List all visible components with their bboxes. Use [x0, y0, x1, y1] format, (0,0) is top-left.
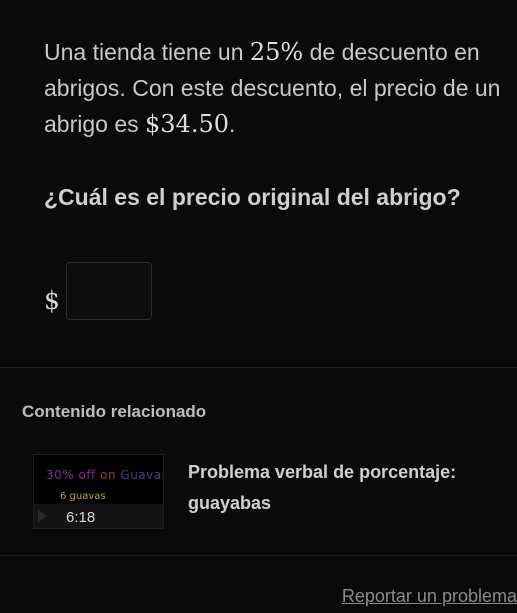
- thumbnail-handwriting-line-2: 6 guavas: [60, 491, 106, 502]
- related-content-heading: Contenido relacionado: [22, 402, 207, 421]
- exercise-page: Una tienda tiene un 25% de descuento en …: [0, 0, 517, 613]
- question-text-part-3: .: [229, 111, 236, 137]
- divider: [0, 367, 517, 368]
- discounted-price: $34.50: [145, 110, 229, 138]
- divider: [0, 555, 517, 556]
- thumbnail-handwriting-line-1: 30% off on Guavas: [46, 468, 164, 482]
- currency-symbol: $: [44, 286, 60, 315]
- related-video-card[interactable]: 30% off on Guavas 6 guavas 6:18 Problema…: [33, 452, 493, 532]
- question-text-part-1: Una tienda tiene un: [44, 39, 250, 65]
- answer-input[interactable]: [66, 262, 152, 320]
- video-duration: 6:18: [66, 509, 96, 526]
- discount-percent: 25%: [249, 38, 304, 66]
- report-problem-link[interactable]: Reportar un problema: [342, 586, 517, 607]
- question-prompt: ¿Cuál es el precio original del abrigo?: [44, 184, 461, 210]
- video-thumbnail[interactable]: 30% off on Guavas 6 guavas 6:18: [33, 454, 164, 529]
- thumbnail-bar: [34, 504, 163, 528]
- question-text: Una tienda tiene un 25% de descuento en …: [44, 34, 504, 142]
- answer-row: $: [44, 262, 244, 324]
- video-title-link[interactable]: Problema verbal de porcentaje: guayabas: [188, 457, 488, 519]
- play-icon: [38, 510, 47, 522]
